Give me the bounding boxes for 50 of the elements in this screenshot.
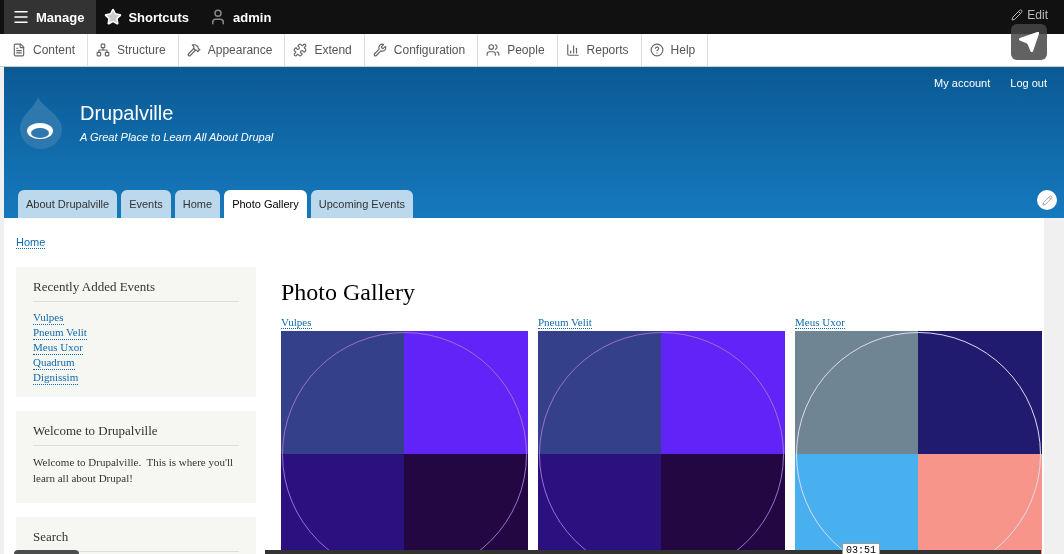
toolbar-tab[interactable]: admin (201, 0, 284, 34)
pencil-icon (1041, 194, 1053, 206)
block-title: Recently Added Events (33, 279, 239, 302)
gallery-link[interactable]: Pneum Velit (538, 316, 592, 329)
help-icon (649, 43, 664, 57)
nav-tab[interactable]: Upcoming Events (310, 190, 413, 218)
tray-menu-item[interactable]: Structure (88, 34, 179, 66)
tray-menu-item[interactable]: People (478, 34, 558, 66)
nav-tab[interactable]: Home (174, 190, 221, 218)
user-link[interactable]: My account (934, 77, 991, 89)
page-title: Photo Gallery (281, 279, 416, 306)
event-link[interactable]: Dignissim (33, 370, 79, 385)
user-link[interactable]: Log out (1010, 77, 1047, 89)
event-link[interactable]: Vulpes (33, 310, 64, 325)
wrench-icon (372, 43, 387, 57)
sitemap-icon (96, 43, 111, 57)
site-slogan: A Great Place to Learn All About Drupal (80, 130, 274, 143)
tray-menu-item[interactable]: Content (4, 34, 89, 66)
star-icon (104, 8, 123, 26)
toolbar-tab[interactable]: Shortcuts (96, 0, 202, 34)
puzzle-icon (293, 43, 308, 57)
player-tab[interactable] (14, 550, 79, 554)
toolbar-tab[interactable]: Manage (4, 0, 97, 34)
people-icon (486, 43, 501, 57)
document-icon (12, 43, 26, 57)
block-title: Welcome to Drupalville (33, 423, 239, 446)
nav-tab[interactable]: Events (121, 190, 171, 218)
nav-tab[interactable]: Photo Gallery (224, 190, 307, 218)
event-link[interactable]: Pneum Velit (33, 325, 87, 340)
tray-menu-item[interactable]: Help (641, 34, 709, 66)
pencil-icon (1011, 9, 1024, 21)
site-name[interactable]: Drupalville (80, 101, 274, 125)
menu-icon (12, 8, 30, 26)
event-link[interactable]: Quadrum (33, 355, 75, 370)
tray-menu-item[interactable]: Extend (285, 34, 365, 66)
nav-tab[interactable]: About Drupalville (18, 190, 118, 218)
gallery-link[interactable]: Vulpes (281, 316, 312, 329)
breadcrumb-link[interactable]: Home (16, 236, 46, 249)
tray-menu-item[interactable]: Appearance (178, 34, 286, 66)
hammer-icon (186, 43, 201, 57)
tray-menu-item[interactable]: Reports (557, 34, 642, 66)
gallery-link[interactable]: Meus Uxor (795, 316, 845, 329)
block-text: Welcome to Drupalville. This is where you'll learn all about Drupal! (33, 455, 235, 486)
edit-link[interactable]: Edit (1011, 8, 1048, 22)
time-label: 03:51 (842, 543, 880, 554)
paper-plane-icon (1018, 31, 1040, 53)
event-link[interactable]: Meus Uxor (33, 340, 83, 355)
tray-menu-item[interactable]: Configuration (364, 34, 479, 66)
paper-plane-button[interactable] (1011, 24, 1047, 60)
bar-chart-icon (565, 43, 580, 57)
